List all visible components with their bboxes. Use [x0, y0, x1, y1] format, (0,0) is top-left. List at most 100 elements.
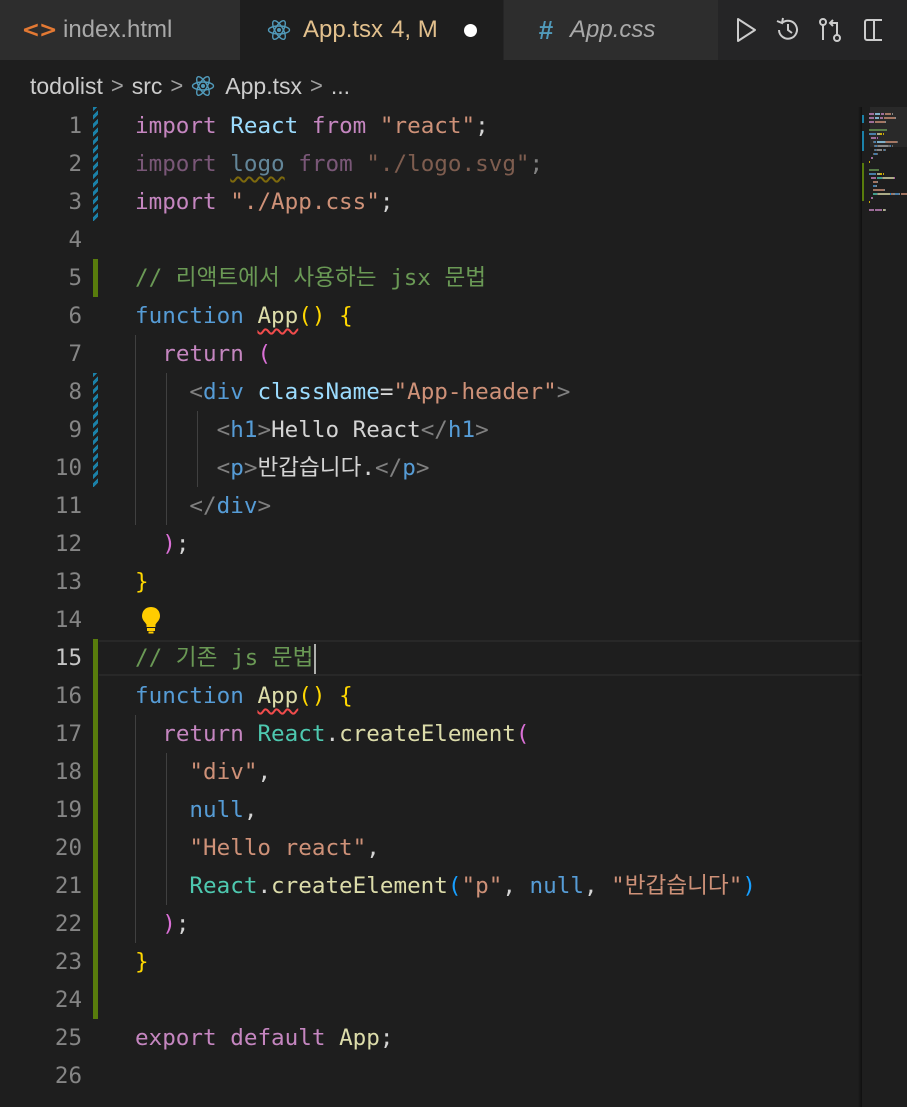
unsaved-dot-icon[interactable] — [463, 23, 477, 37]
line-number[interactable]: 22 — [0, 905, 82, 943]
line-number[interactable]: 12 — [0, 525, 82, 563]
tab-app-tsx[interactable]: App.tsx 4, M — [240, 0, 503, 60]
line-number[interactable]: 10 — [0, 449, 82, 487]
code-text[interactable]: React.createElement("p", null, "반갑습니다") — [135, 867, 756, 905]
code-line[interactable]: 25 export default App; — [0, 1019, 862, 1057]
line-number[interactable]: 25 — [0, 1019, 82, 1057]
breadcrumb-folder[interactable]: todolist — [30, 73, 103, 100]
code-text[interactable]: <div className="App-header"> — [135, 373, 570, 411]
code-line[interactable]: 10 <p>반갑습니다.</p> — [0, 449, 862, 487]
run-icon[interactable] — [732, 16, 760, 44]
code-line[interactable]: 4 — [0, 221, 862, 259]
line-number[interactable]: 6 — [0, 297, 82, 335]
code-line[interactable]: 20 "Hello react", — [0, 829, 862, 867]
code-line[interactable]: 7 return ( — [0, 335, 862, 373]
line-number[interactable]: 18 — [0, 753, 82, 791]
line-number[interactable]: 23 — [0, 943, 82, 981]
minimap[interactable] — [862, 107, 907, 1107]
minimap-token — [869, 133, 877, 135]
code-line[interactable]: 9 <h1>Hello React</h1> — [0, 411, 862, 449]
code-line[interactable]: 12 ); — [0, 525, 862, 563]
code-text[interactable]: ); — [135, 525, 189, 563]
code-text[interactable]: // 리액트에서 사용하는 jsx 문법 — [135, 259, 486, 297]
code-editor[interactable]: 1 import React from "react"; 2 import logo … — [0, 107, 862, 1107]
code-line[interactable]: 26 — [0, 1057, 862, 1095]
line-number[interactable]: 8 — [0, 373, 82, 411]
code-text[interactable]: } — [135, 943, 149, 981]
code-line[interactable]: 22 ); — [0, 905, 862, 943]
code-token: } — [135, 949, 149, 975]
code-text[interactable]: return ( — [135, 335, 271, 373]
split-editor-icon[interactable] — [858, 16, 886, 44]
breadcrumb-more[interactable]: ... — [331, 73, 350, 100]
code-token: React — [257, 721, 326, 747]
code-text[interactable]: <p>반갑습니다.</p> — [135, 449, 430, 487]
breadcrumb-file[interactable]: App.tsx — [225, 73, 302, 100]
code-text[interactable]: ); — [135, 905, 189, 943]
line-number[interactable]: 5 — [0, 259, 82, 297]
line-number[interactable]: 7 — [0, 335, 82, 373]
code-line[interactable]: 24 — [0, 981, 862, 1019]
code-text[interactable]: </div> — [135, 487, 271, 525]
code-text[interactable]: <h1>Hello React</h1> — [135, 411, 489, 449]
code-line[interactable]: 19 null, — [0, 791, 862, 829]
code-line[interactable]: 23} — [0, 943, 862, 981]
code-text[interactable]: return React.createElement( — [135, 715, 529, 753]
code-line[interactable]: 21 React.createElement("p", null, "반갑습니다… — [0, 867, 862, 905]
code-text[interactable]: function App() { — [135, 677, 353, 715]
code-line[interactable]: 14 — [0, 601, 862, 639]
code-text[interactable]: } — [135, 563, 149, 601]
minimap-token — [884, 189, 886, 191]
code-text[interactable]: import logo from "./logo.svg"; — [135, 145, 543, 183]
code-line[interactable]: 3 import "./App.css"; — [0, 183, 862, 221]
code-text[interactable]: "Hello react", — [135, 829, 379, 867]
line-number[interactable]: 11 — [0, 487, 82, 525]
tab-app-css[interactable]: # App.css — [504, 0, 718, 60]
line-number[interactable]: 9 — [0, 411, 82, 449]
line-number[interactable]: 1 — [0, 107, 82, 145]
code-line[interactable]: 17 return React.createElement( — [0, 715, 862, 753]
code-text[interactable]: null, — [135, 791, 257, 829]
code-line[interactable]: 16 function App() { — [0, 677, 862, 715]
code-line[interactable]: 1 import React from "react"; — [0, 107, 862, 145]
code-text[interactable]: import "./App.css"; — [135, 183, 393, 221]
line-number[interactable]: 19 — [0, 791, 82, 829]
line-number[interactable]: 4 — [0, 221, 82, 259]
code-text[interactable]: import React from "react"; — [135, 107, 489, 145]
minimap-token — [882, 133, 884, 135]
code-line[interactable]: 13} — [0, 563, 862, 601]
code-token: </ — [375, 455, 403, 481]
history-icon[interactable] — [774, 16, 802, 44]
code-line[interactable]: 18 "div", — [0, 753, 862, 791]
code-text[interactable]: // 기존 js 문법 — [135, 639, 317, 677]
line-number[interactable]: 16 — [0, 677, 82, 715]
line-number[interactable]: 26 — [0, 1057, 82, 1095]
line-number[interactable]: 2 — [0, 145, 82, 183]
compare-changes-icon[interactable] — [816, 16, 844, 44]
code-line[interactable]: 2 import logo from "./logo.svg"; — [0, 145, 862, 183]
line-number[interactable]: 21 — [0, 867, 82, 905]
code-text[interactable]: function App() { — [135, 297, 353, 335]
line-number[interactable]: 3 — [0, 183, 82, 221]
code-line[interactable]: 5 // 리액트에서 사용하는 jsx 문법 — [0, 259, 862, 297]
line-number[interactable]: 14 — [0, 601, 82, 639]
code-token: "반갑습니다" — [611, 873, 743, 899]
line-number[interactable]: 15 — [0, 639, 82, 677]
lightbulb-icon[interactable] — [140, 605, 162, 635]
breadcrumb-subfolder[interactable]: src — [132, 73, 163, 100]
code-text[interactable]: export default App; — [135, 1019, 393, 1057]
code-line[interactable]: 11 </div> — [0, 487, 862, 525]
code-line[interactable]: 6 function App() { — [0, 297, 862, 335]
tab-index-html[interactable]: <> index.html — [0, 0, 240, 60]
line-number[interactable]: 13 — [0, 563, 82, 601]
code-line[interactable]: 8 <div className="App-header"> — [0, 373, 862, 411]
code-text[interactable]: "div", — [135, 753, 271, 791]
code-token: </ — [189, 493, 217, 519]
line-number[interactable]: 24 — [0, 981, 82, 1019]
line-number[interactable]: 17 — [0, 715, 82, 753]
line-number[interactable]: 20 — [0, 829, 82, 867]
code-line[interactable]: 15 // 기존 js 문법 — [0, 639, 862, 677]
